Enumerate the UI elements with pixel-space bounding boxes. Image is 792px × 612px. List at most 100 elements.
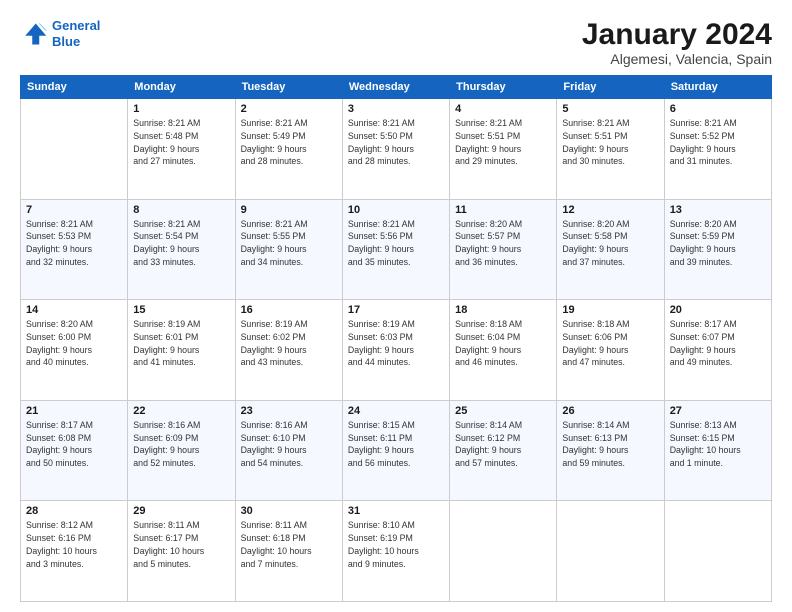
day-number: 24 bbox=[348, 405, 444, 417]
day-number: 6 bbox=[670, 103, 766, 115]
day-info: Sunrise: 8:21 AMSunset: 5:51 PMDaylight:… bbox=[562, 117, 658, 168]
calendar-cell: 31 Sunrise: 8:10 AMSunset: 6:19 PMDayligh… bbox=[342, 501, 449, 602]
day-info: Sunrise: 8:15 AMSunset: 6:11 PMDaylight:… bbox=[348, 419, 444, 470]
day-info: Sunrise: 8:11 AMSunset: 6:17 PMDaylight:… bbox=[133, 519, 229, 570]
day-number: 23 bbox=[241, 405, 337, 417]
day-info: Sunrise: 8:14 AMSunset: 6:12 PMDaylight:… bbox=[455, 419, 551, 470]
day-number: 12 bbox=[562, 204, 658, 216]
calendar-cell: 25 Sunrise: 8:14 AMSunset: 6:12 PMDayligh… bbox=[450, 400, 557, 501]
day-number: 25 bbox=[455, 405, 551, 417]
calendar-cell: 3Sunrise: 8:21 AMSunset: 5:50 PMDaylight… bbox=[342, 99, 449, 200]
day-info: Sunrise: 8:16 AMSunset: 6:09 PMDaylight:… bbox=[133, 419, 229, 470]
day-info: Sunrise: 8:21 AMSunset: 5:49 PMDaylight:… bbox=[241, 117, 337, 168]
day-number: 11 bbox=[455, 204, 551, 216]
day-number: 31 bbox=[348, 505, 444, 517]
day-number: 4 bbox=[455, 103, 551, 115]
day-info: Sunrise: 8:18 AMSunset: 6:06 PMDaylight:… bbox=[562, 318, 658, 369]
day-number: 5 bbox=[562, 103, 658, 115]
logo-line1: General bbox=[52, 18, 100, 33]
calendar-week-3: 14Sunrise: 8:20 AMSunset: 6:00 PMDayligh… bbox=[21, 300, 772, 401]
day-number: 16 bbox=[241, 304, 337, 316]
calendar-cell: 18 Sunrise: 8:18 AMSunset: 6:04 PMDayligh… bbox=[450, 300, 557, 401]
day-info: Sunrise: 8:10 AMSunset: 6:19 PMDaylight:… bbox=[348, 519, 444, 570]
calendar-cell: 9Sunrise: 8:21 AMSunset: 5:55 PMDaylight… bbox=[235, 199, 342, 300]
calendar-cell bbox=[450, 501, 557, 602]
day-number: 2 bbox=[241, 103, 337, 115]
calendar-cell: 15 Sunrise: 8:19 AMSunset: 6:01 PMDayligh… bbox=[128, 300, 235, 401]
page: General Blue January 2024 Algemesi, Vale… bbox=[0, 0, 792, 612]
weekday-header-thursday: Thursday bbox=[450, 76, 557, 99]
day-info: Sunrise: 8:17 AMSunset: 6:08 PMDaylight:… bbox=[26, 419, 122, 470]
weekday-header-wednesday: Wednesday bbox=[342, 76, 449, 99]
day-number: 14 bbox=[26, 304, 122, 316]
day-number: 26 bbox=[562, 405, 658, 417]
calendar-cell: 6 Sunrise: 8:21 AMSunset: 5:52 PMDaylight… bbox=[664, 99, 771, 200]
weekday-header-sunday: Sunday bbox=[21, 76, 128, 99]
day-info: Sunrise: 8:19 AMSunset: 6:02 PMDaylight:… bbox=[241, 318, 337, 369]
calendar-cell bbox=[21, 99, 128, 200]
calendar-cell: 19 Sunrise: 8:18 AMSunset: 6:06 PMDayligh… bbox=[557, 300, 664, 401]
day-number: 15 bbox=[133, 304, 229, 316]
day-info: Sunrise: 8:20 AMSunset: 5:57 PMDaylight:… bbox=[455, 218, 551, 269]
calendar-cell: 1 Sunrise: 8:21 AMSunset: 5:48 PMDaylight… bbox=[128, 99, 235, 200]
calendar-cell: 2 Sunrise: 8:21 AMSunset: 5:49 PMDaylight… bbox=[235, 99, 342, 200]
day-info: Sunrise: 8:20 AMSunset: 5:58 PMDaylight:… bbox=[562, 218, 658, 269]
day-info: Sunrise: 8:21 AMSunset: 5:53 PMDaylight:… bbox=[26, 218, 122, 269]
day-info: Sunrise: 8:17 AMSunset: 6:07 PMDaylight:… bbox=[670, 318, 766, 369]
day-info: Sunrise: 8:18 AMSunset: 6:04 PMDaylight:… bbox=[455, 318, 551, 369]
calendar-cell: 4 Sunrise: 8:21 AMSunset: 5:51 PMDaylight… bbox=[450, 99, 557, 200]
day-number: 18 bbox=[455, 304, 551, 316]
calendar-cell: 17 Sunrise: 8:19 AMSunset: 6:03 PMDayligh… bbox=[342, 300, 449, 401]
day-info: Sunrise: 8:21 AMSunset: 5:52 PMDaylight:… bbox=[670, 117, 766, 168]
day-number: 19 bbox=[562, 304, 658, 316]
calendar-table: SundayMondayTuesdayWednesdayThursdayFrid… bbox=[20, 75, 772, 602]
calendar-cell: 11 Sunrise: 8:20 AMSunset: 5:57 PMDayligh… bbox=[450, 199, 557, 300]
day-number: 20 bbox=[670, 304, 766, 316]
calendar-cell: 7 Sunrise: 8:21 AMSunset: 5:53 PMDaylight… bbox=[21, 199, 128, 300]
calendar-cell: 20 Sunrise: 8:17 AMSunset: 6:07 PMDayligh… bbox=[664, 300, 771, 401]
day-number: 27 bbox=[670, 405, 766, 417]
day-number: 8 bbox=[133, 204, 229, 216]
title-block: January 2024 Algemesi, Valencia, Spain bbox=[582, 18, 772, 67]
day-info: Sunrise: 8:21 AMSunset: 5:54 PMDaylight:… bbox=[133, 218, 229, 269]
calendar-cell: 8 Sunrise: 8:21 AMSunset: 5:54 PMDaylight… bbox=[128, 199, 235, 300]
calendar-cell: 13 Sunrise: 8:20 AMSunset: 5:59 PMDayligh… bbox=[664, 199, 771, 300]
weekday-header-monday: Monday bbox=[128, 76, 235, 99]
weekday-header-saturday: Saturday bbox=[664, 76, 771, 99]
calendar-cell: 12 Sunrise: 8:20 AMSunset: 5:58 PMDayligh… bbox=[557, 199, 664, 300]
calendar-cell: 27 Sunrise: 8:13 AMSunset: 6:15 PMDayligh… bbox=[664, 400, 771, 501]
calendar-cell: 22 Sunrise: 8:16 AMSunset: 6:09 PMDayligh… bbox=[128, 400, 235, 501]
calendar-cell: 10Sunrise: 8:21 AMSunset: 5:56 PMDayligh… bbox=[342, 199, 449, 300]
calendar-week-2: 7 Sunrise: 8:21 AMSunset: 5:53 PMDaylight… bbox=[21, 199, 772, 300]
calendar-cell: 26Sunrise: 8:14 AMSunset: 6:13 PMDayligh… bbox=[557, 400, 664, 501]
day-info: Sunrise: 8:12 AMSunset: 6:16 PMDaylight:… bbox=[26, 519, 122, 570]
day-info: Sunrise: 8:21 AMSunset: 5:48 PMDaylight:… bbox=[133, 117, 229, 168]
day-info: Sunrise: 8:13 AMSunset: 6:15 PMDaylight:… bbox=[670, 419, 766, 470]
day-info: Sunrise: 8:19 AMSunset: 6:03 PMDaylight:… bbox=[348, 318, 444, 369]
calendar-cell: 23 Sunrise: 8:16 AMSunset: 6:10 PMDayligh… bbox=[235, 400, 342, 501]
day-number: 29 bbox=[133, 505, 229, 517]
day-number: 10 bbox=[348, 204, 444, 216]
day-info: Sunrise: 8:21 AMSunset: 5:51 PMDaylight:… bbox=[455, 117, 551, 168]
day-info: Sunrise: 8:19 AMSunset: 6:01 PMDaylight:… bbox=[133, 318, 229, 369]
day-number: 17 bbox=[348, 304, 444, 316]
day-number: 3 bbox=[348, 103, 444, 115]
calendar-week-1: 1 Sunrise: 8:21 AMSunset: 5:48 PMDaylight… bbox=[21, 99, 772, 200]
day-info: Sunrise: 8:11 AMSunset: 6:18 PMDaylight:… bbox=[241, 519, 337, 570]
day-info: Sunrise: 8:16 AMSunset: 6:10 PMDaylight:… bbox=[241, 419, 337, 470]
calendar-cell bbox=[664, 501, 771, 602]
day-number: 28 bbox=[26, 505, 122, 517]
weekday-header-row: SundayMondayTuesdayWednesdayThursdayFrid… bbox=[21, 76, 772, 99]
calendar-cell bbox=[557, 501, 664, 602]
calendar-week-4: 21Sunrise: 8:17 AMSunset: 6:08 PMDayligh… bbox=[21, 400, 772, 501]
calendar-cell: 21Sunrise: 8:17 AMSunset: 6:08 PMDayligh… bbox=[21, 400, 128, 501]
day-number: 13 bbox=[670, 204, 766, 216]
day-info: Sunrise: 8:20 AMSunset: 5:59 PMDaylight:… bbox=[670, 218, 766, 269]
calendar-cell: 28 Sunrise: 8:12 AMSunset: 6:16 PMDayligh… bbox=[21, 501, 128, 602]
calendar-cell: 14Sunrise: 8:20 AMSunset: 6:00 PMDayligh… bbox=[21, 300, 128, 401]
logo: General Blue bbox=[20, 18, 100, 49]
day-number: 7 bbox=[26, 204, 122, 216]
main-title: January 2024 bbox=[582, 18, 772, 51]
day-number: 22 bbox=[133, 405, 229, 417]
day-number: 1 bbox=[133, 103, 229, 115]
